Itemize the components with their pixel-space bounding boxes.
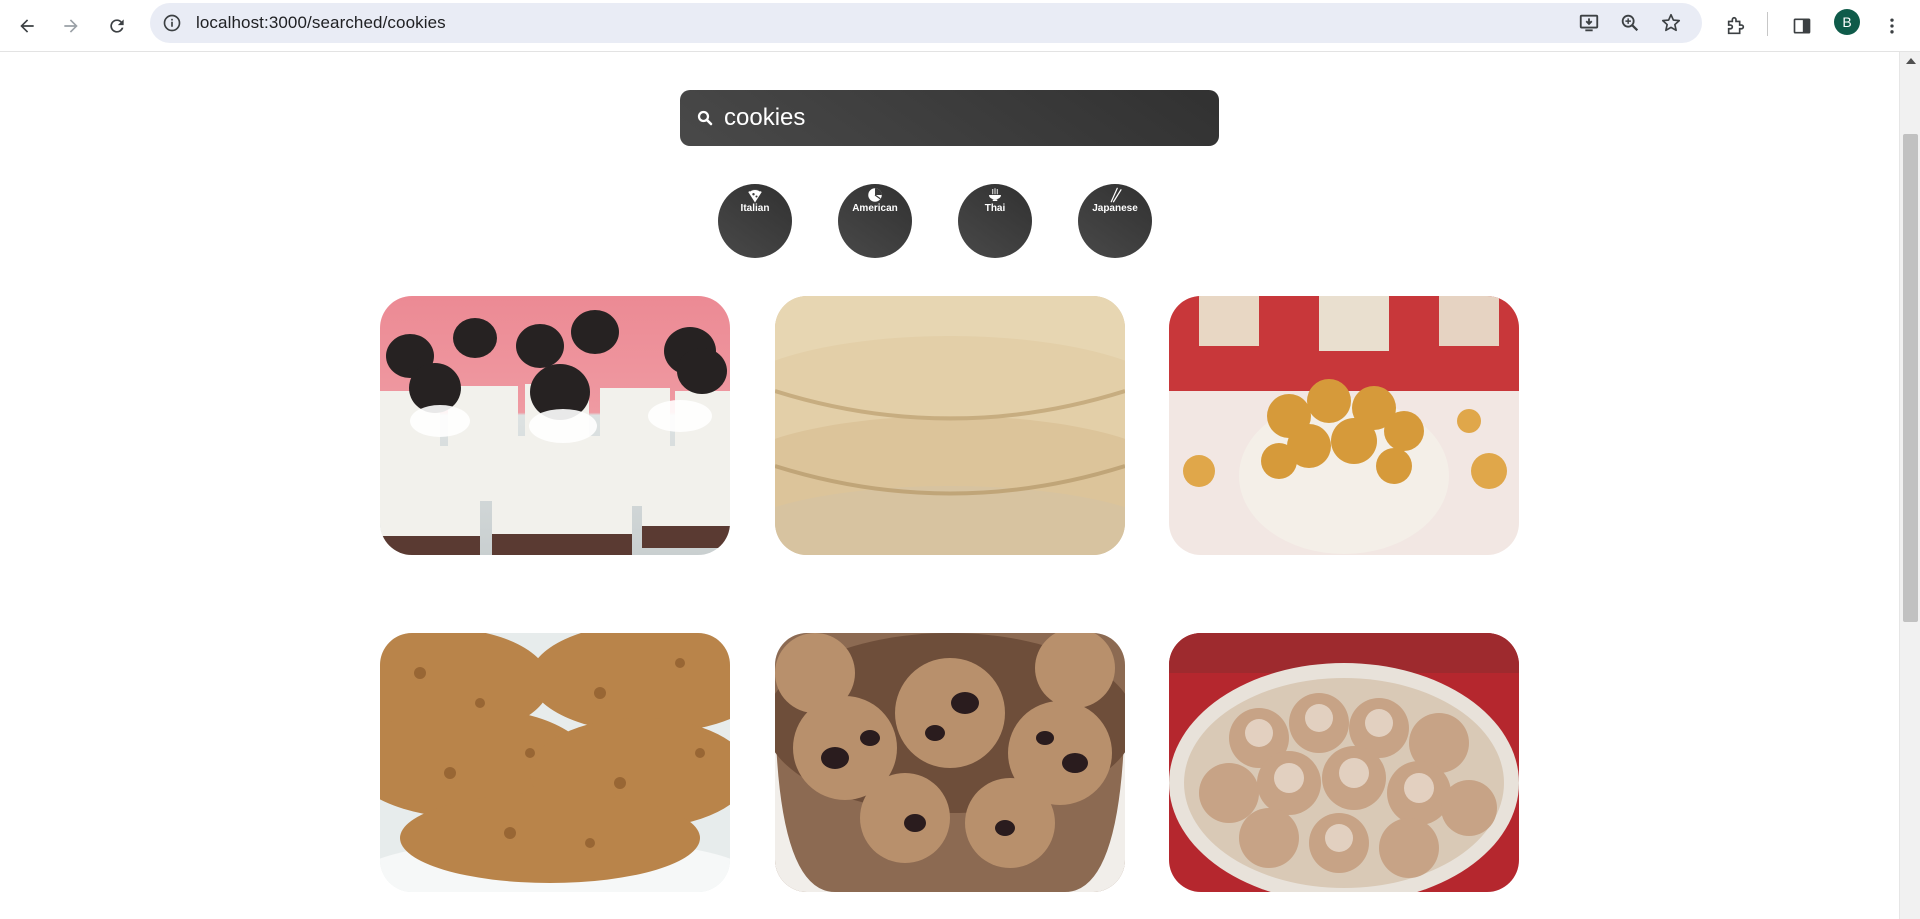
cuisine-thai[interactable]: Thai [958, 184, 1032, 258]
cuisine-label: Thai [984, 203, 1006, 214]
recipe-card-2[interactable] [775, 296, 1125, 555]
menu-button[interactable] [1876, 10, 1908, 42]
bookmark-star-icon[interactable] [1660, 12, 1682, 34]
forward-button[interactable] [53, 8, 89, 44]
noodle-bowl-icon [989, 188, 1001, 201]
recipe-card-6[interactable] [1169, 633, 1519, 892]
recipe-card-3[interactable] [1169, 296, 1519, 555]
search-input[interactable] [724, 100, 1204, 136]
extensions-button[interactable] [1720, 10, 1752, 42]
pizza-icon [748, 189, 762, 203]
cuisine-italian[interactable]: Italian [718, 184, 792, 258]
chopsticks-icon [1110, 187, 1122, 203]
sugar-cookies-photo [775, 296, 1125, 555]
oatmeal-cookies-photo [380, 633, 730, 892]
cuisine-label: Japanese [1092, 203, 1138, 214]
site-info-icon[interactable] [162, 13, 182, 33]
peanut-cookies-bowl-photo [1169, 296, 1519, 555]
reload-icon [110, 19, 124, 33]
raisin-cookie-balls-photo [775, 633, 1125, 892]
cuisine-label: American [852, 203, 898, 214]
back-arrow-icon [20, 19, 34, 33]
side-panel-icon [1793, 18, 1811, 34]
oreo-cheesecake-photo [380, 296, 730, 555]
hamburger-icon [868, 188, 882, 202]
puzzle-icon [1727, 16, 1745, 35]
scroll-thumb[interactable] [1903, 134, 1918, 622]
back-button[interactable] [9, 8, 45, 44]
install-app-icon[interactable] [1578, 12, 1600, 34]
powdered-cookies-bowl-photo [1169, 633, 1519, 892]
cuisine-label: Italian [740, 203, 770, 214]
reload-button[interactable] [99, 8, 135, 44]
zoom-icon[interactable] [1619, 12, 1641, 34]
browser-toolbar: localhost:3000/searched/cookies B [0, 0, 1920, 52]
search-icon [697, 110, 713, 126]
scroll-up-arrow-icon[interactable] [1906, 58, 1916, 64]
cuisine-american[interactable]: American [838, 184, 912, 258]
profile-avatar[interactable]: B [1834, 9, 1860, 35]
kebab-menu-icon [1890, 18, 1894, 34]
page-content: Italian American Thai Japanese [0, 52, 1899, 919]
cuisine-japanese[interactable]: Japanese [1078, 184, 1152, 258]
address-bar[interactable]: localhost:3000/searched/cookies [150, 3, 1702, 43]
recipe-card-1[interactable] [380, 296, 730, 555]
url-text[interactable]: localhost:3000/searched/cookies [196, 13, 446, 33]
recipe-card-5[interactable] [775, 633, 1125, 892]
forward-arrow-icon [64, 19, 78, 33]
side-panel-button[interactable] [1786, 10, 1818, 42]
page-scrollbar[interactable] [1899, 52, 1920, 919]
search-form [680, 90, 1219, 146]
recipe-card-4[interactable] [380, 633, 730, 892]
toolbar-divider [1767, 12, 1768, 36]
